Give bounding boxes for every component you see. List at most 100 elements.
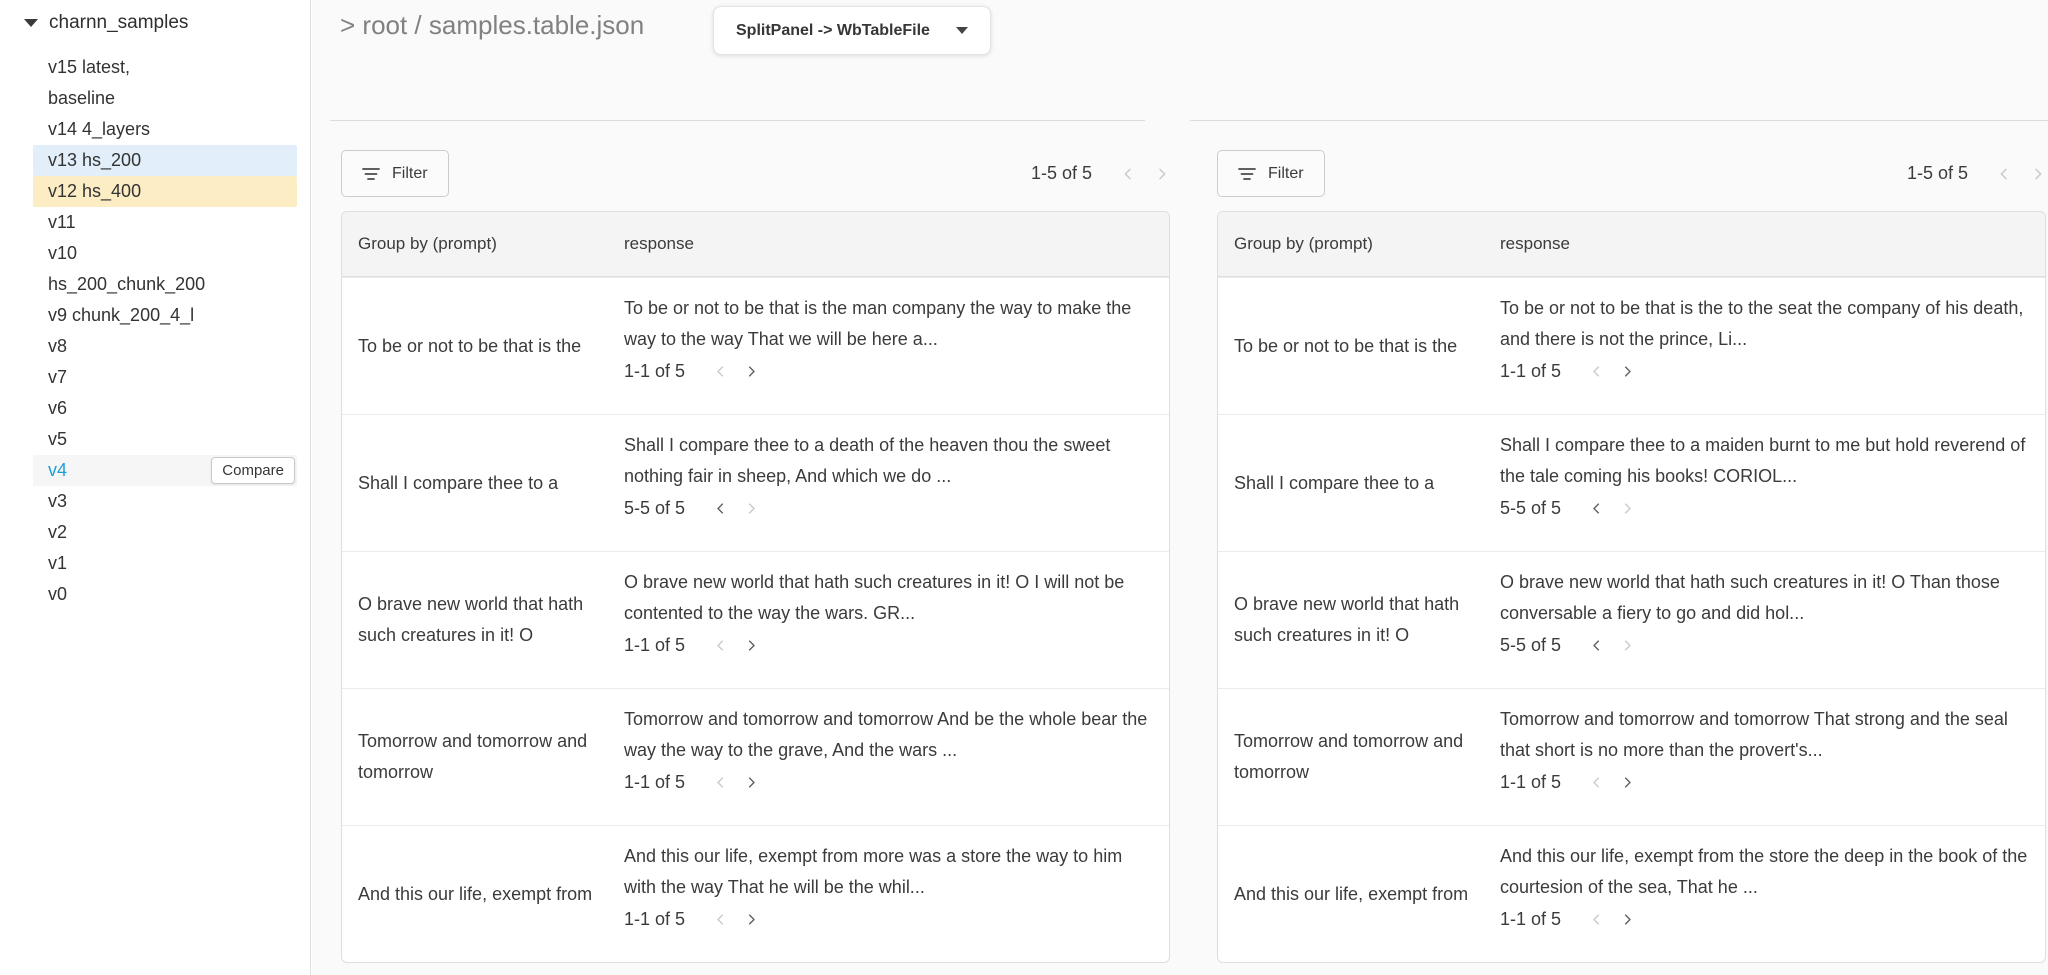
response-cell: To be or not to be that is the to the se…	[1500, 278, 2045, 414]
chevron-left-icon[interactable]	[1589, 775, 1604, 790]
breadcrumb[interactable]: > root / samples.table.json	[340, 10, 644, 41]
column-header-response[interactable]: response	[1500, 234, 2045, 254]
response-text: To be or not to be that is the to the se…	[1500, 293, 2031, 355]
panel-selector-label: SplitPanel -> WbTableFile	[736, 22, 930, 40]
filter-button[interactable]: Filter	[341, 150, 449, 197]
prompt-cell: O brave new world that hath such creatur…	[342, 552, 624, 688]
chevron-left-icon[interactable]	[713, 638, 728, 653]
sidebar-item-baseline[interactable]: baseline	[33, 83, 297, 114]
divider	[330, 120, 1145, 121]
table-pagination: 1-5 of 5	[1031, 163, 1170, 184]
table-row: To be or not to be that is the To be or …	[1218, 277, 2045, 414]
response-text: And this our life, exempt from the store…	[1500, 841, 2031, 903]
cell-pagination: 1-1 of 5	[1500, 361, 2031, 382]
chevron-right-icon[interactable]	[744, 638, 759, 653]
chevron-right-icon[interactable]	[744, 912, 759, 927]
chevron-right-icon[interactable]	[1620, 501, 1635, 516]
right-table-panel: Filter 1-5 of 5 Group by (prompt) respon…	[1217, 150, 2046, 963]
table-row: O brave new world that hath such creatur…	[342, 551, 1169, 688]
compare-button[interactable]: Compare	[211, 457, 295, 484]
response-text: Shall I compare thee to a maiden burnt t…	[1500, 430, 2031, 492]
chevron-right-icon[interactable]	[744, 775, 759, 790]
pagination-count: 1-1 of 5	[624, 361, 685, 382]
sidebar-item-v4[interactable]: v4 Compare	[33, 455, 297, 486]
chevron-right-icon[interactable]	[1620, 638, 1635, 653]
pagination-count: 1-1 of 5	[624, 772, 685, 793]
filter-label: Filter	[1268, 165, 1304, 183]
table-row: Tomorrow and tomorrow and tomorrow Tomor…	[1218, 688, 2045, 825]
cell-pagination: 1-1 of 5	[1500, 909, 2031, 930]
chevron-right-icon[interactable]	[744, 501, 759, 516]
filter-icon	[1238, 167, 1256, 181]
chevron-right-icon[interactable]	[1154, 166, 1170, 182]
column-header-group-by[interactable]: Group by (prompt)	[1218, 234, 1500, 254]
sidebar-item-v15[interactable]: v15 latest,	[33, 52, 297, 83]
sidebar-item-v7[interactable]: v7	[33, 362, 297, 393]
prompt-cell: Tomorrow and tomorrow and tomorrow	[342, 689, 624, 825]
response-cell: Shall I compare thee to a maiden burnt t…	[1500, 415, 2045, 551]
chevron-left-icon[interactable]	[713, 501, 728, 516]
artifact-name: charnn_samples	[49, 12, 188, 34]
pagination-count: 5-5 of 5	[1500, 635, 1561, 656]
chevron-left-icon[interactable]	[713, 364, 728, 379]
chevron-left-icon[interactable]	[1589, 638, 1604, 653]
chevron-right-icon[interactable]	[744, 364, 759, 379]
response-text: And this our life, exempt from more was …	[624, 841, 1155, 903]
cell-pagination: 1-1 of 5	[1500, 772, 2031, 793]
sidebar-item-v2[interactable]: v2	[33, 517, 297, 548]
chevron-left-icon[interactable]	[1589, 912, 1604, 927]
chevron-right-icon[interactable]	[1620, 912, 1635, 927]
artifact-title-row: charnn_samples	[24, 12, 188, 34]
chevron-left-icon[interactable]	[713, 775, 728, 790]
response-cell: To be or not to be that is the man compa…	[624, 278, 1169, 414]
prompt-cell: To be or not to be that is the	[1218, 278, 1500, 414]
response-cell: And this our life, exempt from more was …	[624, 826, 1169, 962]
response-text: To be or not to be that is the man compa…	[624, 293, 1155, 355]
sidebar-item-v10[interactable]: v10	[33, 238, 297, 269]
column-header-group-by[interactable]: Group by (prompt)	[342, 234, 624, 254]
cell-pagination: 5-5 of 5	[1500, 498, 2031, 519]
chevron-right-icon[interactable]	[2030, 166, 2046, 182]
pagination-count: 1-1 of 5	[1500, 772, 1561, 793]
sidebar-item-v0[interactable]: v0	[33, 579, 297, 610]
collapse-triangle-icon[interactable]	[24, 19, 38, 27]
chevron-left-icon[interactable]	[713, 912, 728, 927]
sidebar-item-v13[interactable]: v13 hs_200	[33, 145, 297, 176]
cell-pagination: 1-1 of 5	[624, 772, 1155, 793]
prompt-cell: Shall I compare thee to a	[1218, 415, 1500, 551]
chevron-left-icon[interactable]	[1120, 166, 1136, 182]
prompt-cell: O brave new world that hath such creatur…	[1218, 552, 1500, 688]
sidebar-item-v3[interactable]: v3	[33, 486, 297, 517]
main-content: > root / samples.table.json SplitPanel -…	[312, 0, 2048, 975]
panel-selector-dropdown[interactable]: SplitPanel -> WbTableFile	[713, 6, 991, 55]
results-table: Group by (prompt) response To be or not …	[341, 211, 1170, 963]
pagination-count: 5-5 of 5	[1500, 498, 1561, 519]
filter-button[interactable]: Filter	[1217, 150, 1325, 197]
version-list: v15 latest, baseline v14 4_layers v13 hs…	[33, 52, 297, 610]
pagination-count: 1-5 of 5	[1907, 163, 1968, 184]
sidebar-item-hs-200-chunk-200[interactable]: hs_200_chunk_200	[33, 269, 297, 300]
divider	[1190, 120, 2048, 121]
artifact-sidebar: charnn_samples v15 latest, baseline v14 …	[0, 0, 311, 975]
sidebar-item-v9[interactable]: v9 chunk_200_4_l	[33, 300, 297, 331]
sidebar-item-v5[interactable]: v5	[33, 424, 297, 455]
chevron-left-icon[interactable]	[1589, 364, 1604, 379]
sidebar-item-v12[interactable]: v12 hs_400	[33, 176, 297, 207]
sidebar-item-v14[interactable]: v14 4_layers	[33, 114, 297, 145]
sidebar-item-v6[interactable]: v6	[33, 393, 297, 424]
column-header-response[interactable]: response	[624, 234, 1169, 254]
prompt-cell: To be or not to be that is the	[342, 278, 624, 414]
pagination-count: 1-1 of 5	[624, 909, 685, 930]
table-header-row: Group by (prompt) response	[1218, 212, 2045, 277]
pagination-count: 5-5 of 5	[624, 498, 685, 519]
sidebar-item-v11[interactable]: v11	[33, 207, 297, 238]
sidebar-item-v1[interactable]: v1	[33, 548, 297, 579]
results-table: Group by (prompt) response To be or not …	[1217, 211, 2046, 963]
cell-pagination: 1-1 of 5	[624, 909, 1155, 930]
sidebar-item-v8[interactable]: v8	[33, 331, 297, 362]
cell-pagination: 1-1 of 5	[624, 635, 1155, 656]
chevron-right-icon[interactable]	[1620, 364, 1635, 379]
chevron-left-icon[interactable]	[1589, 501, 1604, 516]
chevron-left-icon[interactable]	[1996, 166, 2012, 182]
chevron-right-icon[interactable]	[1620, 775, 1635, 790]
